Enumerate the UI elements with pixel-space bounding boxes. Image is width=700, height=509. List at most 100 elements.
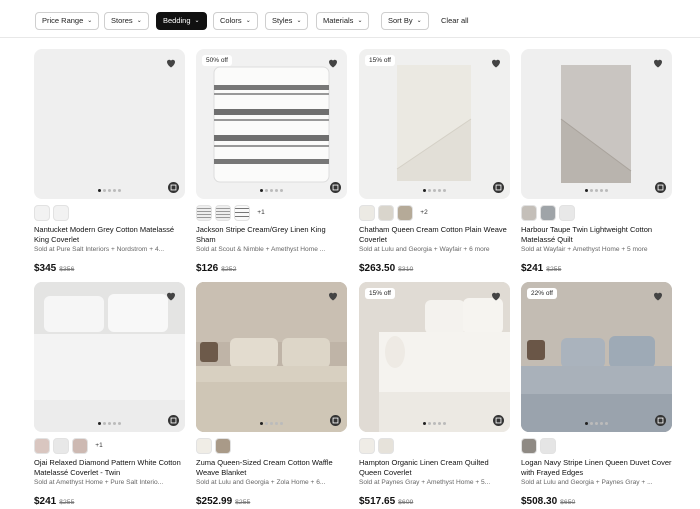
product-title[interactable]: Ojai Relaxed Diamond Pattern White Cotto… bbox=[34, 458, 185, 478]
carousel-dots[interactable] bbox=[34, 189, 185, 192]
edit-icon[interactable] bbox=[168, 415, 179, 426]
clear-all-link[interactable]: Clear all bbox=[441, 12, 469, 30]
product-title[interactable]: Hampton Organic Linen Cream Quilted Quee… bbox=[359, 458, 510, 478]
product-image[interactable] bbox=[34, 49, 185, 199]
variant-thumbnail[interactable] bbox=[34, 205, 50, 221]
variant-thumbnail[interactable] bbox=[378, 438, 394, 454]
sale-price: $508.30 bbox=[521, 496, 558, 507]
product-image[interactable]: 50% off bbox=[196, 49, 347, 199]
filter-label: Sort By bbox=[388, 16, 413, 25]
carousel-dots[interactable] bbox=[521, 422, 672, 425]
sale-price: $126 bbox=[196, 263, 219, 274]
striped-pillow-image bbox=[213, 66, 330, 183]
carousel-dots[interactable] bbox=[196, 189, 347, 192]
filter-stores[interactable]: Stores ⌄ bbox=[104, 12, 149, 30]
chevron-down-icon: ⌄ bbox=[296, 18, 302, 24]
variant-thumbnail[interactable] bbox=[53, 438, 69, 454]
filter-label: Colors bbox=[220, 16, 242, 25]
sold-at-text: Sold at Scout & Nimble + Amethyst Home .… bbox=[196, 246, 326, 253]
variant-thumbnail[interactable] bbox=[540, 205, 556, 221]
product-image[interactable] bbox=[196, 282, 347, 432]
price: $517.65 $609 bbox=[359, 496, 413, 507]
sale-price: $252.99 bbox=[196, 496, 233, 507]
product-image[interactable] bbox=[521, 49, 672, 199]
edit-icon[interactable] bbox=[655, 182, 666, 193]
product-title[interactable]: Harbour Taupe Twin Lightweight Cotton Ma… bbox=[521, 225, 672, 245]
variant-thumbnail[interactable] bbox=[215, 205, 231, 221]
sale-price: $263.50 bbox=[359, 263, 396, 274]
carousel-dots[interactable] bbox=[521, 189, 672, 192]
carousel-dots[interactable] bbox=[196, 422, 347, 425]
heart-icon[interactable] bbox=[165, 290, 177, 302]
variant-thumbnail[interactable] bbox=[34, 438, 50, 454]
variant-thumbnail[interactable] bbox=[378, 205, 394, 221]
edit-icon[interactable] bbox=[330, 415, 341, 426]
more-variants-count[interactable]: +1 bbox=[91, 438, 107, 454]
variant-thumbnail[interactable] bbox=[196, 205, 212, 221]
heart-icon[interactable] bbox=[652, 290, 664, 302]
sale-price: $241 bbox=[521, 263, 544, 274]
sold-at-text: Sold at Pure Salt Interiors + Nordstrom … bbox=[34, 246, 165, 253]
filter-price-range[interactable]: Price Range ⌄ bbox=[35, 12, 100, 30]
edit-icon[interactable] bbox=[493, 182, 504, 193]
filter-label: Stores bbox=[111, 16, 133, 25]
more-variants-count[interactable]: +1 bbox=[253, 205, 269, 221]
product-title[interactable]: Zuma Queen-Sized Cream Cotton Waffle Wea… bbox=[196, 458, 347, 478]
product-title[interactable]: Chatham Queen Cream Cotton Plain Weave C… bbox=[359, 225, 510, 245]
heart-icon[interactable] bbox=[490, 290, 502, 302]
edit-icon[interactable] bbox=[493, 415, 504, 426]
variant-thumbnail[interactable] bbox=[521, 205, 537, 221]
product-image[interactable]: 15% off bbox=[359, 49, 510, 199]
product-image[interactable]: 22% off bbox=[521, 282, 672, 432]
product-image[interactable]: 15% off bbox=[359, 282, 510, 432]
variant-thumbnail[interactable] bbox=[359, 438, 375, 454]
discount-badge: 15% off bbox=[365, 288, 395, 299]
chevron-down-icon: ⌄ bbox=[416, 18, 422, 24]
heart-icon[interactable] bbox=[490, 57, 502, 69]
heart-icon[interactable] bbox=[652, 57, 664, 69]
waffle-blanket-bed-image bbox=[196, 282, 347, 432]
price: $126 $252 bbox=[196, 263, 236, 274]
filter-bedding[interactable]: Bedding ⌄ bbox=[156, 12, 207, 30]
heart-icon[interactable] bbox=[327, 57, 339, 69]
heart-icon[interactable] bbox=[327, 290, 339, 302]
sold-at-text: Sold at Lulu and Georgia + Zola Home + 6… bbox=[196, 479, 326, 486]
filter-materials[interactable]: Materials ⌄ bbox=[316, 12, 370, 30]
original-price: $255 bbox=[546, 266, 562, 273]
original-price: $609 bbox=[398, 499, 414, 506]
edit-icon[interactable] bbox=[655, 415, 666, 426]
variant-thumbnail[interactable] bbox=[540, 438, 556, 454]
carousel-dots[interactable] bbox=[359, 422, 510, 425]
sale-price: $517.65 bbox=[359, 496, 396, 507]
product-image[interactable] bbox=[34, 282, 185, 432]
heart-icon[interactable] bbox=[165, 57, 177, 69]
sold-at-text: Sold at Wayfair + Amethyst Home + 5 more bbox=[521, 246, 648, 253]
filter-colors[interactable]: Colors ⌄ bbox=[213, 12, 258, 30]
filter-label: Styles bbox=[272, 16, 293, 25]
edit-icon[interactable] bbox=[168, 182, 179, 193]
variant-thumbnail[interactable] bbox=[215, 438, 231, 454]
variant-thumbnail[interactable] bbox=[359, 205, 375, 221]
variant-thumbnail[interactable] bbox=[397, 205, 413, 221]
edit-icon[interactable] bbox=[330, 182, 341, 193]
sold-at-text: Sold at Amethyst Home + Pure Salt Interi… bbox=[34, 479, 164, 486]
product-title[interactable]: Logan Navy Stripe Linen Queen Duvet Cove… bbox=[521, 458, 672, 478]
original-price: $356 bbox=[59, 266, 75, 273]
variant-thumbnail[interactable] bbox=[234, 205, 250, 221]
carousel-dots[interactable] bbox=[359, 189, 510, 192]
filter-label: Materials bbox=[323, 16, 354, 25]
variant-thumbnail[interactable] bbox=[196, 438, 212, 454]
product-title[interactable]: Jackson Stripe Cream/Grey Linen King Sha… bbox=[196, 225, 347, 245]
filter-label: Price Range bbox=[42, 16, 84, 25]
sort-by-dropdown[interactable]: Sort By ⌄ bbox=[381, 12, 429, 30]
carousel-dots[interactable] bbox=[34, 422, 185, 425]
variant-thumbnail[interactable] bbox=[72, 438, 88, 454]
more-variants-count[interactable]: +2 bbox=[416, 205, 432, 221]
chevron-down-icon: ⌄ bbox=[357, 18, 363, 24]
chevron-down-icon: ⌄ bbox=[136, 18, 142, 24]
filter-styles[interactable]: Styles ⌄ bbox=[265, 12, 309, 30]
product-title[interactable]: Nantucket Modern Grey Cotton Matelassé K… bbox=[34, 225, 185, 245]
variant-thumbnail[interactable] bbox=[53, 205, 69, 221]
variant-thumbnail[interactable] bbox=[559, 205, 575, 221]
variant-thumbnail[interactable] bbox=[521, 438, 537, 454]
